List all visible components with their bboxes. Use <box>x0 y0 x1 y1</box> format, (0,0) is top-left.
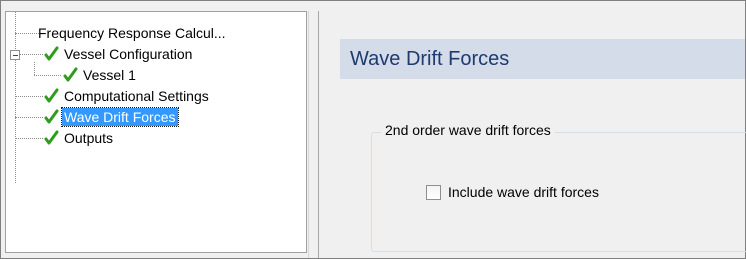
tree-item-label-selected: Wave Drift Forces <box>61 107 179 127</box>
page-header: Wave Drift Forces <box>340 39 745 79</box>
green-checkmark-icon <box>44 46 59 61</box>
navigation-tree[interactable]: Frequency Response Calcul... Vessel Conf… <box>5 11 307 253</box>
settings-content-panel: Wave Drift Forces 2nd order wave drift f… <box>319 11 746 258</box>
collapse-toggle-icon[interactable] <box>10 50 20 60</box>
tree-item-label: Frequency Response Calcul... <box>38 25 226 41</box>
page-title: Wave Drift Forces <box>350 48 510 70</box>
tree-item-frequency-response-calculation[interactable]: Frequency Response Calcul... <box>6 23 306 44</box>
tree-item-vessel-1[interactable]: Vessel 1 <box>6 65 306 86</box>
green-checkmark-icon <box>44 109 59 124</box>
checkbox-label[interactable]: Include wave drift forces <box>448 184 599 201</box>
green-checkmark-icon <box>44 88 59 103</box>
groupbox-legend: 2nd order wave drift forces <box>381 121 555 139</box>
tree-item-label: Outputs <box>64 130 114 146</box>
window-frame: Frequency Response Calcul... Vessel Conf… <box>0 0 746 259</box>
panel-splitter[interactable] <box>308 11 319 258</box>
tree-item-label: Vessel 1 <box>83 67 136 83</box>
green-checkmark-icon <box>44 130 59 145</box>
green-checkmark-icon <box>63 67 78 82</box>
tree-item-label: Computational Settings <box>64 88 209 104</box>
tree-item-label: Vessel Configuration <box>64 46 193 62</box>
tree-item-computational-settings[interactable]: Computational Settings <box>6 86 306 107</box>
tree-item-vessel-configuration[interactable]: Vessel Configuration <box>6 44 306 65</box>
include-wave-drift-forces-checkbox[interactable] <box>426 185 441 200</box>
tree-item-outputs[interactable]: Outputs <box>6 128 306 149</box>
tree-item-wave-drift-forces[interactable]: Wave Drift Forces <box>6 107 306 128</box>
